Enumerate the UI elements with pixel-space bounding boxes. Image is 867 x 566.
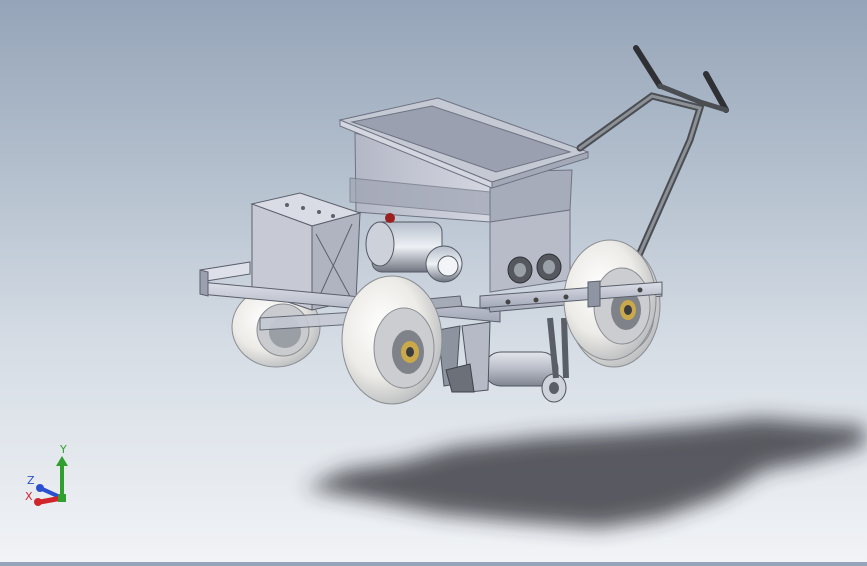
z-axis-label: Z: [27, 474, 35, 487]
x-axis-label: X: [25, 490, 33, 503]
seeder-model-render[interactable]: [0, 0, 867, 562]
y-axis-label: Y: [59, 443, 67, 456]
3d-model-viewport[interactable]: [0, 0, 867, 562]
y-axis-arrow: [56, 456, 68, 498]
press-roller[interactable]: [483, 317, 569, 403]
furrow-openers: [437, 321, 491, 393]
x-axis-arrow: [34, 495, 63, 506]
adjust-knob-left[interactable]: [507, 256, 533, 284]
adjust-knob-right[interactable]: [536, 253, 562, 281]
coordinate-triad: Y Z X: [18, 440, 88, 512]
drive-motor[interactable]: [365, 213, 463, 283]
front-left-wheel[interactable]: [341, 275, 443, 405]
model-shadow: [305, 418, 865, 528]
